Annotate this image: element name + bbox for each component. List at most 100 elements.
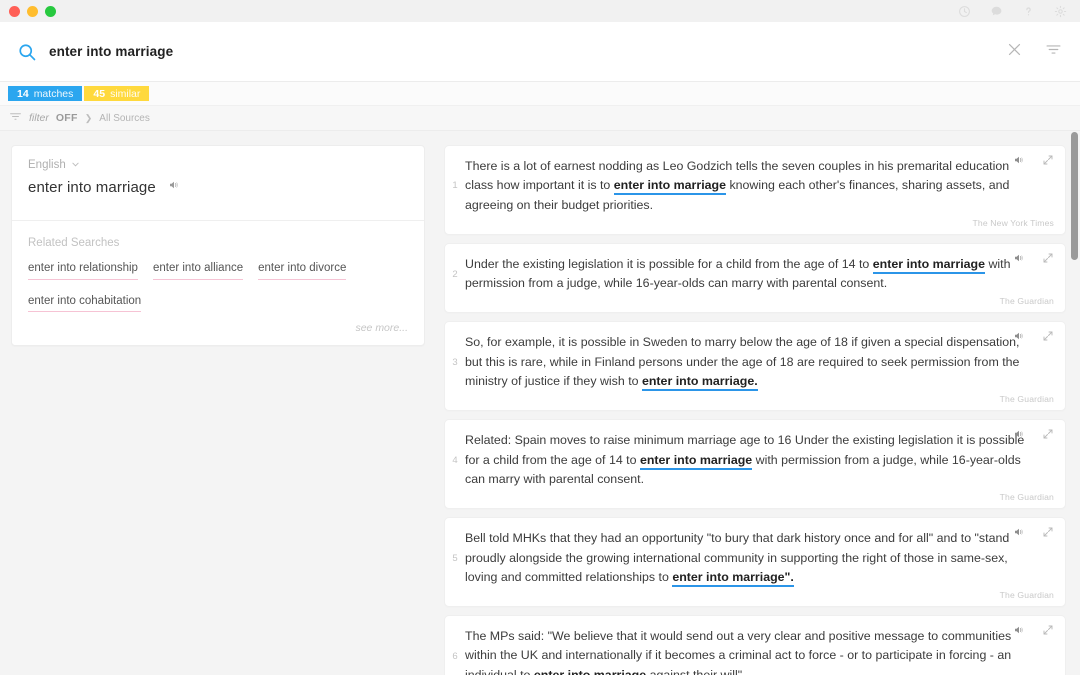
matches-count: 14 xyxy=(17,87,29,100)
result-card-body: 6 The MPs said: "We believe that it would… xyxy=(445,625,1065,675)
highlighted-phrase: enter into marriage xyxy=(639,452,753,470)
result-card-body: 2 Under the existing legislation it is po… xyxy=(445,253,1065,294)
filter-icon[interactable] xyxy=(1045,41,1062,63)
similar-count: 45 xyxy=(93,87,106,100)
highlighted-phrase: enter into marriage xyxy=(872,256,985,274)
status-badge-matches[interactable]: 14 matches xyxy=(8,86,83,101)
results-scrollbar[interactable] xyxy=(1071,132,1078,260)
result-source: The Guardian xyxy=(999,590,1054,601)
expand-icon[interactable] xyxy=(1042,427,1054,445)
speaker-icon[interactable] xyxy=(1013,427,1025,445)
result-card-actions xyxy=(1013,251,1054,269)
highlighted-phrase: enter into marriage xyxy=(533,667,647,675)
app-window: enter into marriage 14 matches 45 simila… xyxy=(0,0,1080,675)
result-index: 3 xyxy=(452,356,458,368)
result-card[interactable]: 4 Related: Spain moves to raise minimum m… xyxy=(444,419,1066,510)
term-row: enter into marriage xyxy=(12,171,424,220)
speaker-icon[interactable] xyxy=(1013,329,1025,347)
window-close-button[interactable] xyxy=(9,5,20,17)
match-counts: 14 matches 45 similar xyxy=(0,82,1080,106)
filter-bar: filter OFF ❯ All Sources xyxy=(0,106,1080,131)
result-card[interactable]: 1 There is a lot of earnest nodding as Le… xyxy=(444,145,1066,235)
search-bar: enter into marriage xyxy=(0,22,1080,82)
search-actions xyxy=(1006,41,1062,63)
related-searches-title: Related Searches xyxy=(28,237,120,249)
speaker-icon[interactable] xyxy=(1013,251,1025,269)
speaker-icon[interactable] xyxy=(1013,525,1025,543)
highlighted-phrase: enter into marriage. xyxy=(641,374,758,392)
matches-label: matches xyxy=(33,87,74,100)
related-search-link[interactable]: enter into divorce xyxy=(258,261,347,280)
filter-icon[interactable] xyxy=(9,110,22,126)
expand-icon[interactable] xyxy=(1042,623,1054,641)
related-search-link[interactable]: enter into relationship xyxy=(28,261,138,280)
see-more-link[interactable]: see more... xyxy=(12,312,424,345)
history-icon[interactable] xyxy=(958,5,971,18)
result-card-body: 3 So, for example, it is possible in Swed… xyxy=(445,331,1065,392)
titlebar-icons xyxy=(958,5,1070,18)
close-icon[interactable] xyxy=(1006,41,1023,63)
result-card-body: 4 Related: Spain moves to raise minimum m… xyxy=(445,429,1065,489)
filter-state[interactable]: OFF xyxy=(56,112,78,124)
result-card-body: 1 There is a lot of earnest nodding as Le… xyxy=(445,155,1065,215)
related-search-link[interactable]: enter into alliance xyxy=(152,261,244,280)
sentence-text: against their will". xyxy=(646,667,746,675)
chat-bubble-icon[interactable] xyxy=(990,5,1003,18)
related-searches-list: enter into relationship enter into allian… xyxy=(12,249,424,313)
speaker-icon[interactable] xyxy=(168,178,180,196)
search-term: enter into marriage xyxy=(28,178,156,196)
window-minimize-button[interactable] xyxy=(27,5,38,17)
result-source: The Guardian xyxy=(999,296,1054,307)
search-input[interactable]: enter into marriage xyxy=(42,44,1006,59)
result-index: 4 xyxy=(452,454,458,466)
sentence-text: Under the existing legislation it is pos… xyxy=(465,256,873,271)
highlighted-phrase: enter into marriage xyxy=(613,178,726,196)
result-index: 2 xyxy=(452,268,458,280)
result-source: The Guardian xyxy=(999,492,1054,503)
language-selector[interactable]: English xyxy=(12,146,424,171)
expand-icon[interactable] xyxy=(1042,251,1054,269)
result-index: 1 xyxy=(452,180,458,192)
gear-icon[interactable] xyxy=(1054,5,1067,18)
result-card[interactable]: 5 Bell told MHKs that they had an opportu… xyxy=(444,517,1066,608)
result-sentence: Related: Spain moves to raise minimum ma… xyxy=(465,431,1065,489)
speaker-icon[interactable] xyxy=(1013,153,1025,171)
result-sentence: There is a lot of earnest nodding as Leo… xyxy=(465,157,1065,215)
chevron-right-icon: ❯ xyxy=(84,112,93,123)
result-index: 6 xyxy=(452,650,458,662)
expand-icon[interactable] xyxy=(1042,153,1054,171)
search-icon[interactable] xyxy=(12,42,42,62)
results-scrollbar-track[interactable] xyxy=(1071,131,1078,675)
status-badge-similar[interactable]: 45 similar xyxy=(84,86,150,101)
window-maximize-button[interactable] xyxy=(45,5,56,17)
result-card-body: 5 Bell told MHKs that they had an opportu… xyxy=(445,527,1065,587)
chevron-down-icon xyxy=(71,160,80,171)
result-sentence: Bell told MHKs that they had an opportun… xyxy=(465,529,1065,587)
result-sentence: The MPs said: "We believe that it would … xyxy=(465,627,1065,675)
related-search-link[interactable]: enter into cohabitation xyxy=(28,294,142,313)
term-card: English enter into marriage Related Sear… xyxy=(11,145,425,347)
result-card-actions xyxy=(1013,329,1054,347)
filter-source[interactable]: All Sources xyxy=(99,113,150,124)
similar-label: similar xyxy=(110,87,141,100)
result-card-actions xyxy=(1013,623,1054,641)
help-icon[interactable] xyxy=(1022,5,1035,18)
result-card[interactable]: 3 So, for example, it is possible in Swed… xyxy=(444,321,1066,412)
result-card[interactable]: 2 Under the existing legislation it is po… xyxy=(444,242,1066,314)
expand-icon[interactable] xyxy=(1042,525,1054,543)
results-list: 1 There is a lot of earnest nodding as Le… xyxy=(437,131,1080,675)
expand-icon[interactable] xyxy=(1042,329,1054,347)
result-sentence: Under the existing legislation it is pos… xyxy=(465,255,1065,294)
left-panel: English enter into marriage Related Sear… xyxy=(0,131,437,675)
result-source: The Guardian xyxy=(999,394,1054,405)
result-index: 5 xyxy=(452,552,458,564)
result-card-actions xyxy=(1013,525,1054,543)
main-content: English enter into marriage Related Sear… xyxy=(0,131,1080,675)
result-source: The New York Times xyxy=(972,217,1054,228)
result-card[interactable]: 6 The MPs said: "We believe that it would… xyxy=(444,615,1066,675)
result-sentence: So, for example, it is possible in Swede… xyxy=(465,333,1065,392)
result-card-actions xyxy=(1013,427,1054,445)
speaker-icon[interactable] xyxy=(1013,623,1025,641)
result-card-actions xyxy=(1013,153,1054,171)
titlebar xyxy=(0,0,1080,22)
